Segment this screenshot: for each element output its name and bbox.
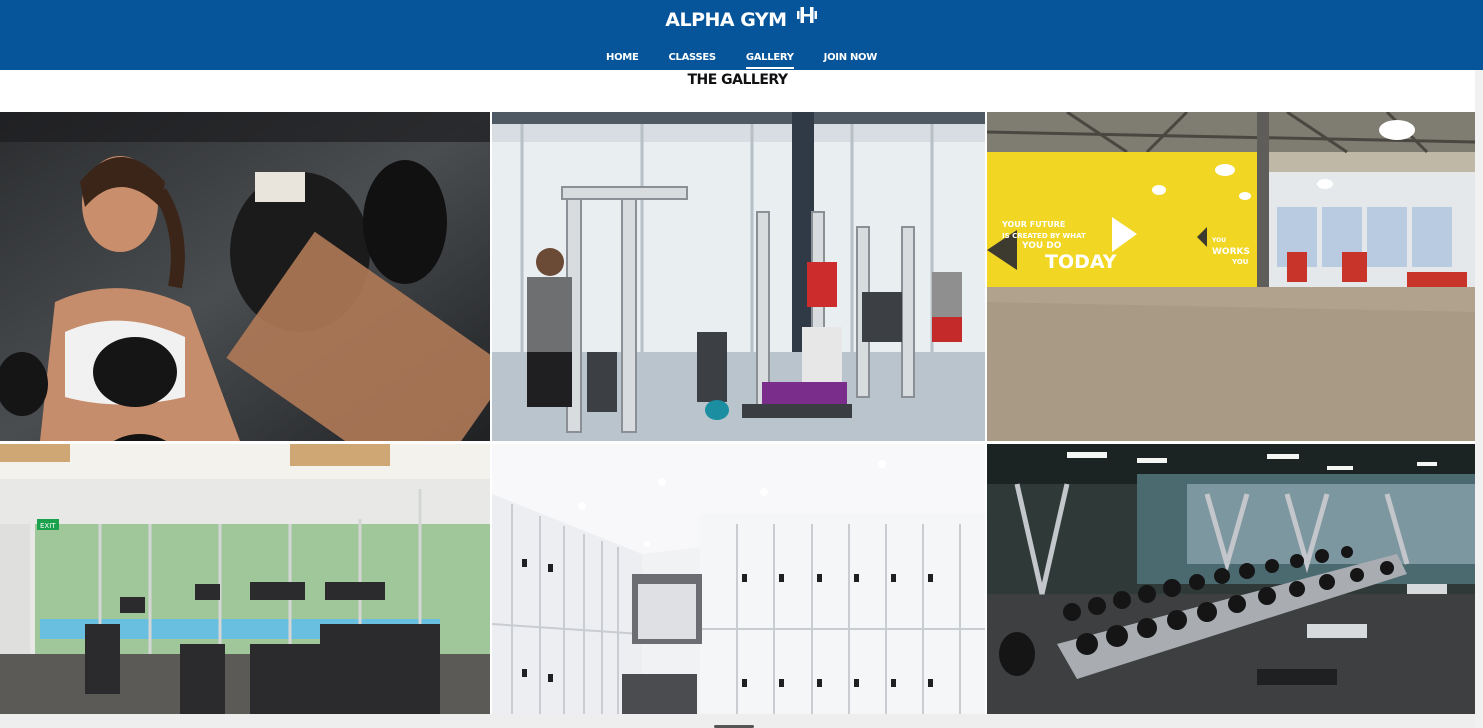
nav-classes[interactable]: CLASSES — [668, 51, 716, 69]
logo-text: ALPHA GYM — [665, 9, 787, 31]
gallery-title: THE GALLERY — [687, 72, 788, 88]
nav-gallery[interactable]: GALLERY — [745, 51, 794, 69]
dumbbell-rack-photo — [987, 444, 1475, 714]
wall-text-line-1: YOUR FUTURE — [1001, 220, 1065, 229]
wall-text-line-3: YOU DO — [1021, 241, 1062, 251]
treadmill-room-photo: EXIT — [0, 444, 490, 714]
wall-text-line-5: YOU — [1211, 237, 1226, 244]
cable-machine-area-photo — [492, 112, 985, 441]
boxing-training-photo — [0, 112, 490, 441]
exit-sign-text: EXIT — [40, 522, 56, 530]
wall-text-line-7: YOU — [1231, 258, 1249, 266]
studio-hall-photo: YOUR FUTURE IS CREATED BY WHAT YOU DO TO… — [987, 112, 1475, 441]
nav-join-now[interactable]: JOIN NOW — [824, 51, 878, 69]
wall-text-line-4: TODAY — [1045, 251, 1117, 273]
wall-text-line-6: WORKS — [1212, 247, 1250, 257]
page-scrollbar[interactable] — [1475, 70, 1483, 728]
nav-home[interactable]: HOME — [606, 51, 639, 69]
site-logo[interactable]: ALPHA GYM — [0, 6, 1483, 34]
main-nav: HOME CLASSES GALLERY JOIN NOW — [0, 51, 1483, 69]
wall-text-line-2: IS CREATED BY WHAT — [1002, 232, 1086, 240]
locker-room-photo — [492, 444, 985, 714]
site-header: ALPHA GYM HOME CLASSES GALLERY JOIN NOW — [0, 0, 1483, 70]
dumbbell-icon — [796, 4, 818, 34]
